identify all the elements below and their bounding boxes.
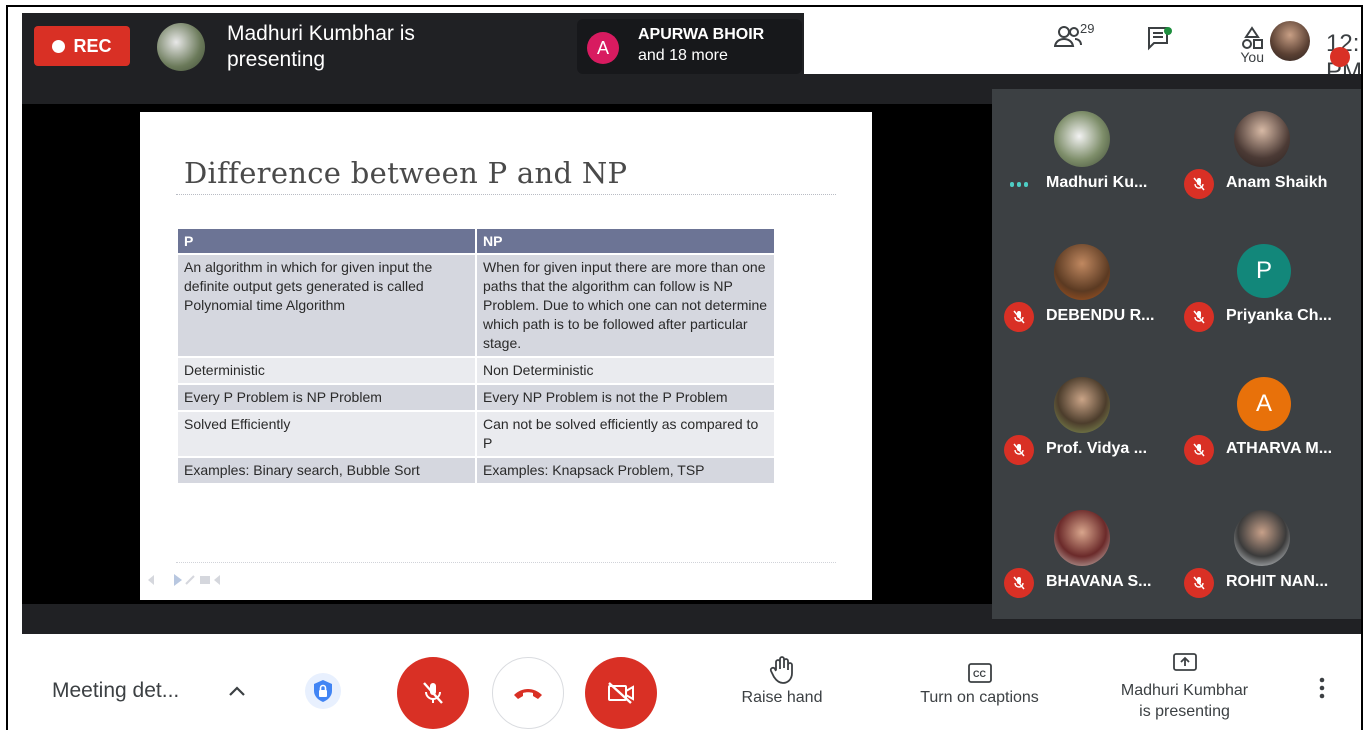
meet-window: REC Madhuri Kumbhar is presenting A APUR… (6, 5, 1363, 730)
participant-name: Prof. Vidya ... (1046, 440, 1148, 457)
table-header-row: P NP (178, 229, 776, 254)
bottom-toolbar: Meeting det... Raise hand CC Turn on cap… (22, 634, 1361, 730)
avatar (1234, 510, 1290, 566)
microphone-toggle-button[interactable] (397, 657, 469, 729)
mic-off-icon (1330, 47, 1350, 67)
chip-more-count: and 18 more (638, 47, 728, 64)
top-right-panel: 29 12:19 PM You (804, 13, 1361, 85)
hang-up-icon (514, 689, 542, 699)
camera-off-icon (608, 682, 634, 704)
participant-tile[interactable]: ROHIT NAN... (1172, 488, 1352, 618)
participant-tile[interactable]: DEBENDU R... (992, 222, 1172, 352)
participant-tile[interactable]: Madhuri Ku... (992, 89, 1172, 219)
slide-controls[interactable] (146, 572, 226, 591)
table-cell: Non Deterministic (476, 356, 776, 384)
avatar (1054, 510, 1110, 566)
present-screen-icon (1172, 653, 1197, 671)
table-row: An algorithm in which for given input th… (178, 253, 776, 357)
active-participants-chip[interactable]: A APURWA BHOIR and 18 more (577, 19, 802, 74)
people-icon[interactable] (1053, 25, 1082, 54)
participant-name: BHAVANA S... (1046, 573, 1152, 590)
table-cell: Every P Problem is NP Problem (178, 383, 477, 411)
divider (176, 562, 836, 563)
table-cell: Examples: Binary search, Bubble Sort (178, 456, 477, 483)
table-row: Deterministic Non Deterministic (178, 356, 776, 384)
rec-label: REC (73, 35, 112, 56)
participant-tile[interactable]: A ATHARVA M... (1172, 355, 1352, 485)
participant-name: Madhuri Ku... (1046, 174, 1148, 191)
mic-off-icon (1184, 169, 1214, 199)
participant-tile[interactable]: BHAVANA S... (992, 488, 1172, 618)
more-options-icon[interactable] (1318, 676, 1326, 705)
participant-tile[interactable]: Anam Shaikh (1172, 89, 1352, 219)
mic-off-icon (1004, 302, 1034, 332)
presenter-avatar (157, 23, 205, 71)
table-row: Solved Efficiently Can not be solved eff… (178, 410, 776, 457)
table-header-cell: P (178, 229, 477, 254)
table-row: Every P Problem is NP Problem Every NP P… (178, 383, 776, 411)
table-cell: Solved Efficiently (178, 410, 477, 457)
presentation-slide: Difference between P and NP P NP An algo… (140, 112, 872, 600)
speaking-indicator-icon (1008, 177, 1030, 191)
presenting-line-1: Madhuri Kumbhar (1120, 682, 1249, 699)
table-row: Examples: Binary search, Bubble Sort Exa… (178, 456, 776, 483)
avatar (1054, 244, 1110, 300)
chevron-up-icon[interactable] (226, 680, 248, 707)
table-cell: When for given input there are more than… (476, 253, 776, 357)
participant-name: Anam Shaikh (1226, 174, 1328, 191)
table-cell: Can not be solved efficiently as compare… (476, 410, 776, 457)
participant-name: ATHARVA M... (1226, 440, 1333, 457)
chat-notification-dot (1164, 27, 1172, 35)
avatar (1234, 111, 1290, 167)
mic-off-icon (423, 682, 443, 704)
leave-call-button[interactable] (492, 657, 564, 729)
mic-off-icon (1184, 435, 1214, 465)
self-label: You (1240, 49, 1264, 65)
presenting-line-2: is presenting (1139, 703, 1230, 720)
recording-badge[interactable]: REC (34, 26, 130, 66)
presenter-status-text: Madhuri Kumbhar is presenting (227, 22, 415, 71)
participant-name: DEBENDU R... (1046, 307, 1155, 324)
avatar: P (1237, 244, 1291, 298)
record-dot-icon (52, 39, 66, 53)
comparison-table: P NP An algorithm in which for given inp… (178, 229, 776, 483)
participant-grid: Madhuri Ku... Anam Shaikh DEBENDU R... P… (992, 89, 1361, 619)
hand-icon (769, 656, 793, 684)
avatar (1054, 111, 1110, 167)
meeting-stage: Difference between P and NP P NP An algo… (22, 74, 1361, 634)
meeting-details-button[interactable]: Meeting det... (52, 679, 179, 703)
chip-participant-name: APURWA BHOIR (638, 26, 765, 43)
mic-off-icon (1184, 302, 1214, 332)
table-cell: Deterministic (178, 356, 477, 384)
table-cell: Every NP Problem is not the P Problem (476, 383, 776, 411)
participant-name: ROHIT NAN... (1226, 573, 1329, 590)
mic-off-icon (1184, 568, 1214, 598)
self-avatar[interactable] (1270, 21, 1310, 61)
presentation-area: Difference between P and NP P NP An algo… (22, 104, 992, 604)
participant-name: Priyanka Ch... (1226, 307, 1332, 324)
captions-button[interactable]: CC Turn on captions (907, 662, 1052, 707)
mic-off-icon (1004, 435, 1034, 465)
divider (176, 194, 836, 195)
participant-tile[interactable]: P Priyanka Ch... (1172, 222, 1352, 352)
captions-label: Turn on captions (920, 689, 1039, 706)
captions-icon: CC (967, 663, 992, 683)
avatar: A (587, 32, 619, 64)
table-cell: An algorithm in which for given input th… (178, 253, 477, 357)
participant-tile[interactable]: Prof. Vidya ... (992, 355, 1172, 485)
top-bar: REC Madhuri Kumbhar is presenting A APUR… (22, 13, 1361, 85)
table-header-cell: NP (476, 229, 776, 254)
raise-hand-button[interactable]: Raise hand (732, 656, 832, 707)
camera-toggle-button[interactable] (585, 657, 657, 729)
table-cell: Examples: Knapsack Problem, TSP (476, 456, 776, 483)
mic-off-icon (1004, 568, 1034, 598)
svg-text:CC: CC (973, 669, 986, 679)
avatar: A (1237, 377, 1291, 431)
slide-title: Difference between P and NP (184, 156, 628, 190)
people-count: 29 (1080, 21, 1095, 36)
raise-hand-label: Raise hand (741, 689, 823, 706)
presentation-status-button[interactable]: Madhuri Kumbhar is presenting (1107, 652, 1262, 722)
avatar (1054, 377, 1110, 433)
shield-lock-icon[interactable] (305, 673, 341, 709)
